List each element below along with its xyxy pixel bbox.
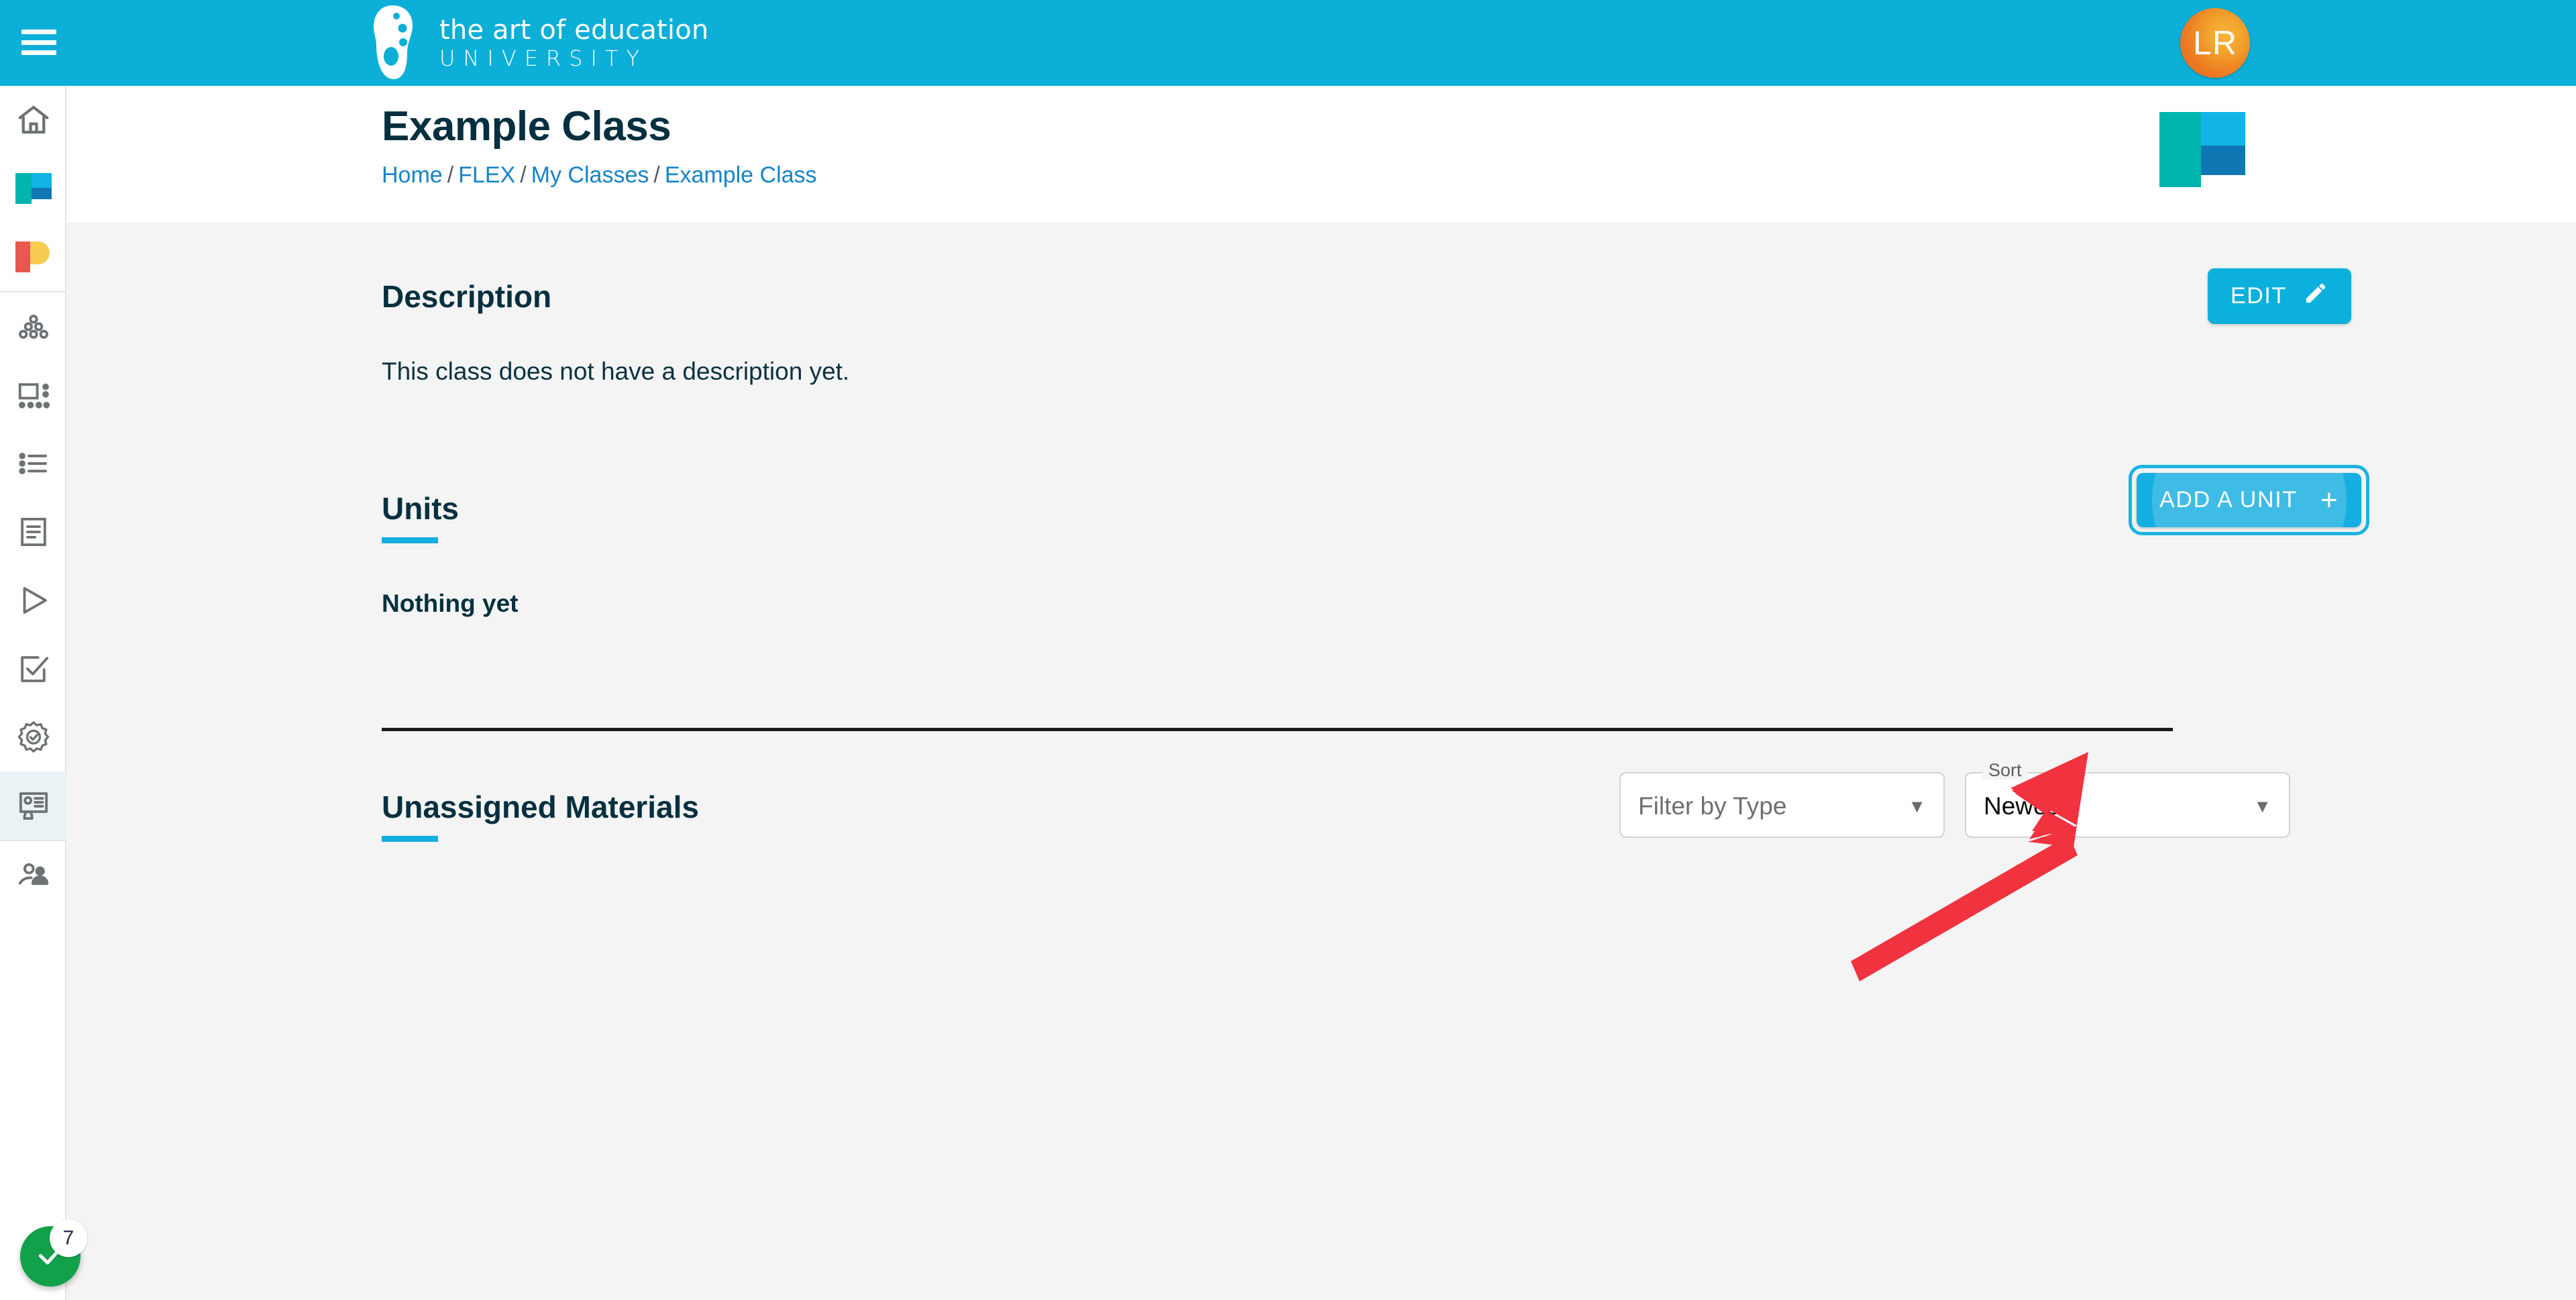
- unassigned-materials-heading-text: Unassigned Materials: [382, 790, 699, 824]
- checkbox-edit-icon: [15, 651, 52, 687]
- sidebar-item-list[interactable]: [0, 429, 66, 498]
- badge-check-icon: [15, 719, 52, 755]
- breadcrumb-item-my-classes[interactable]: My Classes: [531, 162, 649, 188]
- sidebar-item-assessment[interactable]: [0, 635, 66, 703]
- plus-icon: +: [2320, 483, 2339, 517]
- units-section-heading: Units: [382, 490, 459, 543]
- breadcrumb: Home / FLEX / My Classes / Example Class: [382, 162, 817, 188]
- sidebar-item-students[interactable]: [0, 841, 66, 910]
- breadcrumb-item-example-class[interactable]: Example Class: [665, 162, 817, 188]
- filter-by-type-value: Filter by Type: [1638, 792, 1787, 820]
- chevron-down-icon: ▼: [2253, 796, 2271, 816]
- add-a-unit-button[interactable]: ADD A UNIT +: [2137, 473, 2362, 527]
- document-icon: [15, 514, 52, 550]
- layout-grid-icon: [15, 377, 52, 413]
- hamburger-bar: [21, 30, 56, 34]
- hamburger-menu-icon[interactable]: [21, 25, 56, 59]
- breadcrumb-item-home[interactable]: Home: [382, 162, 443, 188]
- flex-logo-icon: [14, 172, 53, 205]
- breadcrumb-separator: /: [520, 162, 527, 188]
- left-sidebar-rail: [0, 86, 66, 1300]
- top-app-bar: the art of education UNIVERSITY LR: [0, 0, 2576, 86]
- play-icon: [15, 582, 52, 618]
- breadcrumb-separator: /: [653, 162, 660, 188]
- sidebar-item-flex[interactable]: [0, 154, 66, 223]
- add-a-unit-focus-ring: ADD A UNIT +: [2129, 465, 2370, 535]
- units-accent-underline: [382, 537, 438, 543]
- help-widget-badge[interactable]: 7: [50, 1220, 87, 1257]
- hamburger-bar: [21, 50, 56, 55]
- main-content: Description This class does not have a d…: [66, 223, 2576, 1300]
- sidebar-item-classes[interactable]: [0, 771, 66, 840]
- units-heading-text: Units: [382, 491, 459, 526]
- palette-icon: [366, 4, 422, 80]
- edit-description-button[interactable]: EDIT: [2208, 268, 2351, 324]
- sidebar-item-pro[interactable]: [0, 223, 66, 291]
- sidebar-item-article[interactable]: [0, 498, 66, 566]
- group-dots-icon: [15, 309, 52, 345]
- filter-by-type-select[interactable]: Filter by Type ▼: [1619, 772, 1945, 838]
- page-header: Example Class Home / FLEX / My Classes / Examp…: [66, 86, 2576, 223]
- sort-select-value: Newest: [1984, 792, 2067, 820]
- pro-logo-icon: [14, 240, 53, 274]
- unassigned-materials-heading: Unassigned Materials: [382, 789, 699, 842]
- edit-button-label: EDIT: [2231, 283, 2287, 309]
- sidebar-item-community[interactable]: [0, 292, 66, 361]
- sidebar-item-layout[interactable]: [0, 361, 66, 429]
- units-empty-state: Nothing yet: [382, 590, 519, 617]
- avatar[interactable]: LR: [2180, 8, 2250, 78]
- sidebar-item-video[interactable]: [0, 566, 66, 635]
- add-a-unit-label: ADD A UNIT: [2159, 487, 2298, 512]
- sort-select[interactable]: Sort Newest ▼: [1965, 761, 2290, 838]
- hamburger-bar: [21, 40, 56, 45]
- sidebar-item-home[interactable]: [0, 86, 66, 154]
- sidebar-item-certificate[interactable]: [0, 703, 66, 771]
- brand-line-two: UNIVERSITY: [439, 45, 647, 71]
- breadcrumb-separator: /: [447, 162, 454, 188]
- presentation-id-card-icon: [15, 788, 52, 824]
- page-title: Example Class: [382, 103, 672, 150]
- breadcrumb-item-flex[interactable]: FLEX: [458, 162, 515, 188]
- section-divider: [382, 728, 2173, 731]
- people-icon: [15, 857, 52, 893]
- pencil-icon: [2303, 280, 2328, 312]
- brand-line-one: the art of education: [439, 14, 709, 46]
- home-icon: [15, 102, 52, 138]
- bulleted-list-icon: [15, 445, 52, 482]
- flex-logo-icon: [2159, 107, 2245, 187]
- chevron-down-icon: ▼: [1908, 796, 1926, 816]
- brand-logo[interactable]: the art of education UNIVERSITY: [366, 4, 708, 80]
- description-body: This class does not have a description y…: [382, 358, 850, 385]
- description-heading: Description: [382, 279, 552, 314]
- materials-accent-underline: [382, 836, 438, 842]
